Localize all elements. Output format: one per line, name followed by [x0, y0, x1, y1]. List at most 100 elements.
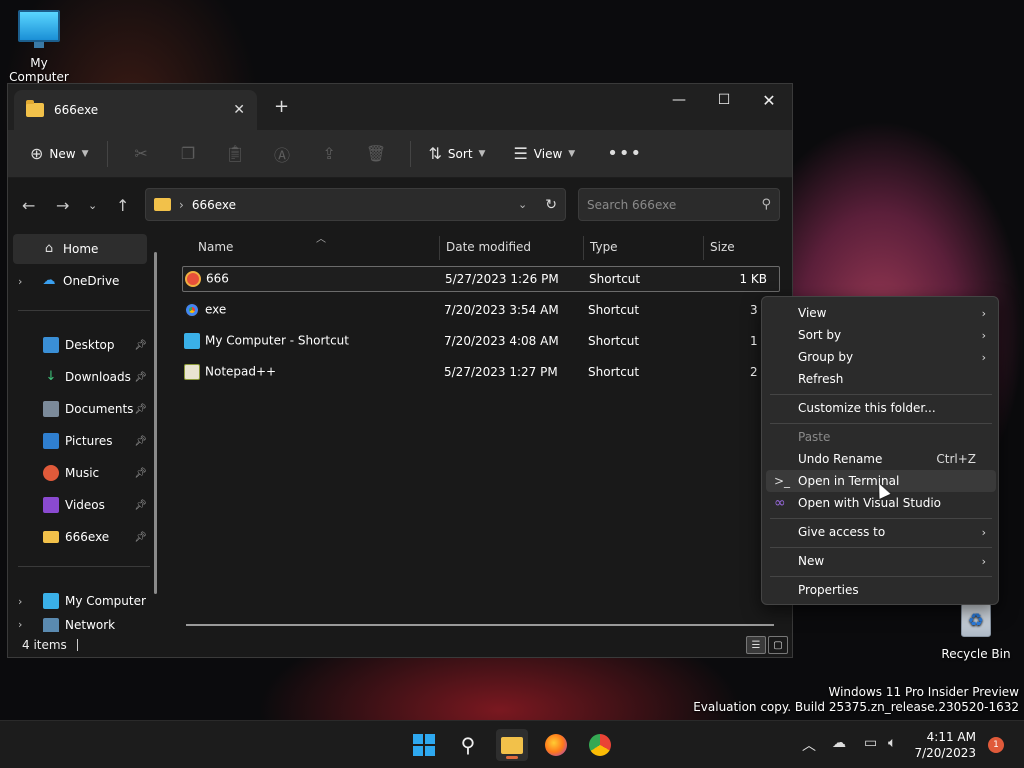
submenu-chevron-icon: › [981, 525, 986, 539]
pin-icon[interactable]: 📌︎ [134, 340, 147, 351]
pin-icon[interactable]: 📌︎ [134, 500, 147, 511]
menu-item-new[interactable]: New › [766, 550, 996, 572]
column-divider[interactable] [583, 236, 584, 260]
column-header-size[interactable]: Size [710, 232, 780, 262]
chrome-taskbar-button[interactable] [584, 729, 616, 761]
file-row[interactable]: Notepad++ 5/27/2023 1:27 PM Shortcut 2 [182, 359, 780, 385]
desktop-icon-recycle-bin[interactable]: ♻ Recycle Bin [940, 603, 1012, 661]
pin-icon[interactable]: 📌︎ [134, 404, 147, 415]
pin-icon[interactable]: 📌︎ [134, 372, 147, 383]
nav-item-documents[interactable]: Documents 📌︎ [13, 394, 147, 424]
breadcrumb-path[interactable]: 666exe [192, 198, 518, 212]
menu-item-customize[interactable]: Customize this folder... [766, 397, 996, 419]
nav-item-desktop[interactable]: Desktop 📌︎ [13, 330, 147, 360]
column-header-name[interactable]: Name [198, 232, 438, 262]
menu-item-undo-rename[interactable]: Undo Rename Ctrl+Z [766, 448, 996, 470]
file-row[interactable]: My Computer - Shortcut 7/20/2023 4:08 AM… [182, 328, 780, 354]
column-divider[interactable] [439, 236, 440, 260]
nav-item-onedrive[interactable]: › ☁ OneDrive [13, 266, 147, 296]
menu-item-give-access[interactable]: Give access to › [766, 521, 996, 543]
maximize-button[interactable]: ☐ [701, 84, 747, 116]
view-button[interactable]: ☰ View ▼ [505, 144, 583, 163]
desktop-icon-my-computer[interactable]: My Computer [0, 10, 78, 84]
tab-666exe[interactable]: 666exe ✕ [14, 90, 257, 130]
watermark-line: Windows 11 Pro Insider Preview [828, 685, 1019, 699]
delete-icon[interactable]: 🗑︎ [353, 144, 400, 163]
close-tab-icon[interactable]: ✕ [233, 102, 245, 118]
search-input[interactable] [587, 197, 762, 212]
nav-item-videos[interactable]: Videos 📌︎ [13, 490, 147, 520]
file-explorer-taskbar-button[interactable] [496, 729, 528, 761]
chrome-icon [589, 734, 611, 756]
file-date: 7/20/2023 3:54 AM [444, 303, 559, 317]
minimize-button[interactable]: — [656, 84, 702, 116]
expand-chevron-icon[interactable]: › [18, 275, 22, 288]
menu-item-group-by[interactable]: Group by › [766, 346, 996, 368]
search-box[interactable]: ⚲ [578, 188, 780, 221]
status-bar: 4 items ☰ ▢ [8, 632, 792, 658]
notification-badge[interactable]: 1 [988, 737, 1004, 753]
search-button[interactable]: ⚲ [452, 729, 484, 761]
home-icon: ⌂ [44, 241, 54, 256]
file-name: exe [205, 302, 227, 317]
nav-item-666exe[interactable]: 666exe 📌︎ [13, 522, 147, 552]
new-tab-button[interactable]: + [274, 96, 289, 117]
nav-item-home[interactable]: ⌂ Home [13, 234, 147, 264]
close-window-button[interactable]: ✕ [746, 84, 792, 116]
display-icon[interactable]: ▭ [864, 735, 877, 751]
nav-scrollbar[interactable] [154, 252, 157, 594]
nav-item-downloads[interactable]: ↓ Downloads 📌︎ [13, 362, 147, 392]
nav-item-my-computer[interactable]: › My Computer [13, 586, 147, 616]
cut-icon[interactable]: ✂ [118, 144, 165, 163]
nav-item-label: OneDrive [63, 274, 120, 288]
app-shortcut-icon [185, 271, 201, 287]
file-row[interactable]: exe 7/20/2023 3:54 AM Shortcut 3 [182, 297, 780, 323]
up-arrow-icon[interactable]: ↑ [116, 196, 129, 215]
column-header-date[interactable]: Date modified [446, 232, 582, 262]
tiles-view-icon[interactable]: ▢ [768, 636, 788, 654]
rename-icon[interactable]: Ⓐ [259, 142, 306, 166]
address-bar[interactable]: › 666exe ⌄ ↻ [145, 188, 566, 221]
recent-chevron-icon[interactable]: ⌄ [88, 199, 97, 212]
menu-item-properties[interactable]: Properties [766, 579, 996, 601]
menu-item-sort-by[interactable]: Sort by › [766, 324, 996, 346]
toolbar-divider [106, 140, 108, 167]
show-hidden-icons-chevron-icon[interactable]: ︿ [802, 735, 816, 755]
file-row[interactable]: 666 5/27/2023 1:26 PM Shortcut 1 KB [182, 266, 780, 292]
firefox-taskbar-button[interactable] [540, 729, 572, 761]
desktop-icon-label: Recycle Bin [941, 647, 1011, 661]
new-button[interactable]: ⊕ New ▼ [22, 144, 97, 163]
taskbar-clock[interactable]: 4:11 AM 7/20/2023 [914, 729, 976, 761]
expand-chevron-icon[interactable]: › [18, 595, 22, 608]
start-button[interactable] [408, 729, 440, 761]
refresh-icon[interactable]: ↻ [545, 197, 557, 213]
forward-arrow-icon[interactable]: → [56, 196, 69, 215]
network-status-icon[interactable]: ☁ [832, 735, 846, 751]
menu-item-refresh[interactable]: Refresh [766, 368, 996, 390]
pin-icon[interactable]: 📌︎ [134, 468, 147, 479]
file-size: 1 [750, 334, 758, 348]
details-view-icon[interactable]: ☰ [746, 636, 766, 654]
expand-chevron-icon[interactable]: › [18, 618, 22, 631]
column-header-type[interactable]: Type [590, 232, 702, 262]
more-options-button[interactable]: ••• [599, 143, 650, 164]
pin-icon[interactable]: 📌︎ [134, 532, 147, 543]
menu-item-view[interactable]: View › [766, 302, 996, 324]
volume-icon[interactable]: 🔈︎ [888, 735, 896, 751]
nav-item-network[interactable]: › Network [13, 618, 147, 632]
pin-icon[interactable]: 📌︎ [134, 436, 147, 447]
nav-item-music[interactable]: Music 📌︎ [13, 458, 147, 488]
share-icon[interactable]: ⇪ [306, 144, 353, 163]
back-arrow-icon[interactable]: ← [22, 196, 35, 215]
sort-button[interactable]: ⇅ Sort ▼ [421, 144, 494, 163]
submenu-chevron-icon: › [981, 328, 986, 342]
column-divider[interactable] [703, 236, 704, 260]
nav-item-pictures[interactable]: Pictures 📌︎ [13, 426, 147, 456]
copy-icon[interactable]: ❐ [165, 144, 212, 163]
horizontal-scrollbar[interactable] [186, 624, 774, 626]
visual-studio-icon: ∞ [774, 495, 786, 511]
search-icon: ⚲ [761, 197, 771, 212]
new-label: New [49, 146, 76, 161]
paste-icon[interactable]: 📋︎ [212, 144, 259, 163]
address-dropdown-icon[interactable]: ⌄ [518, 198, 527, 211]
